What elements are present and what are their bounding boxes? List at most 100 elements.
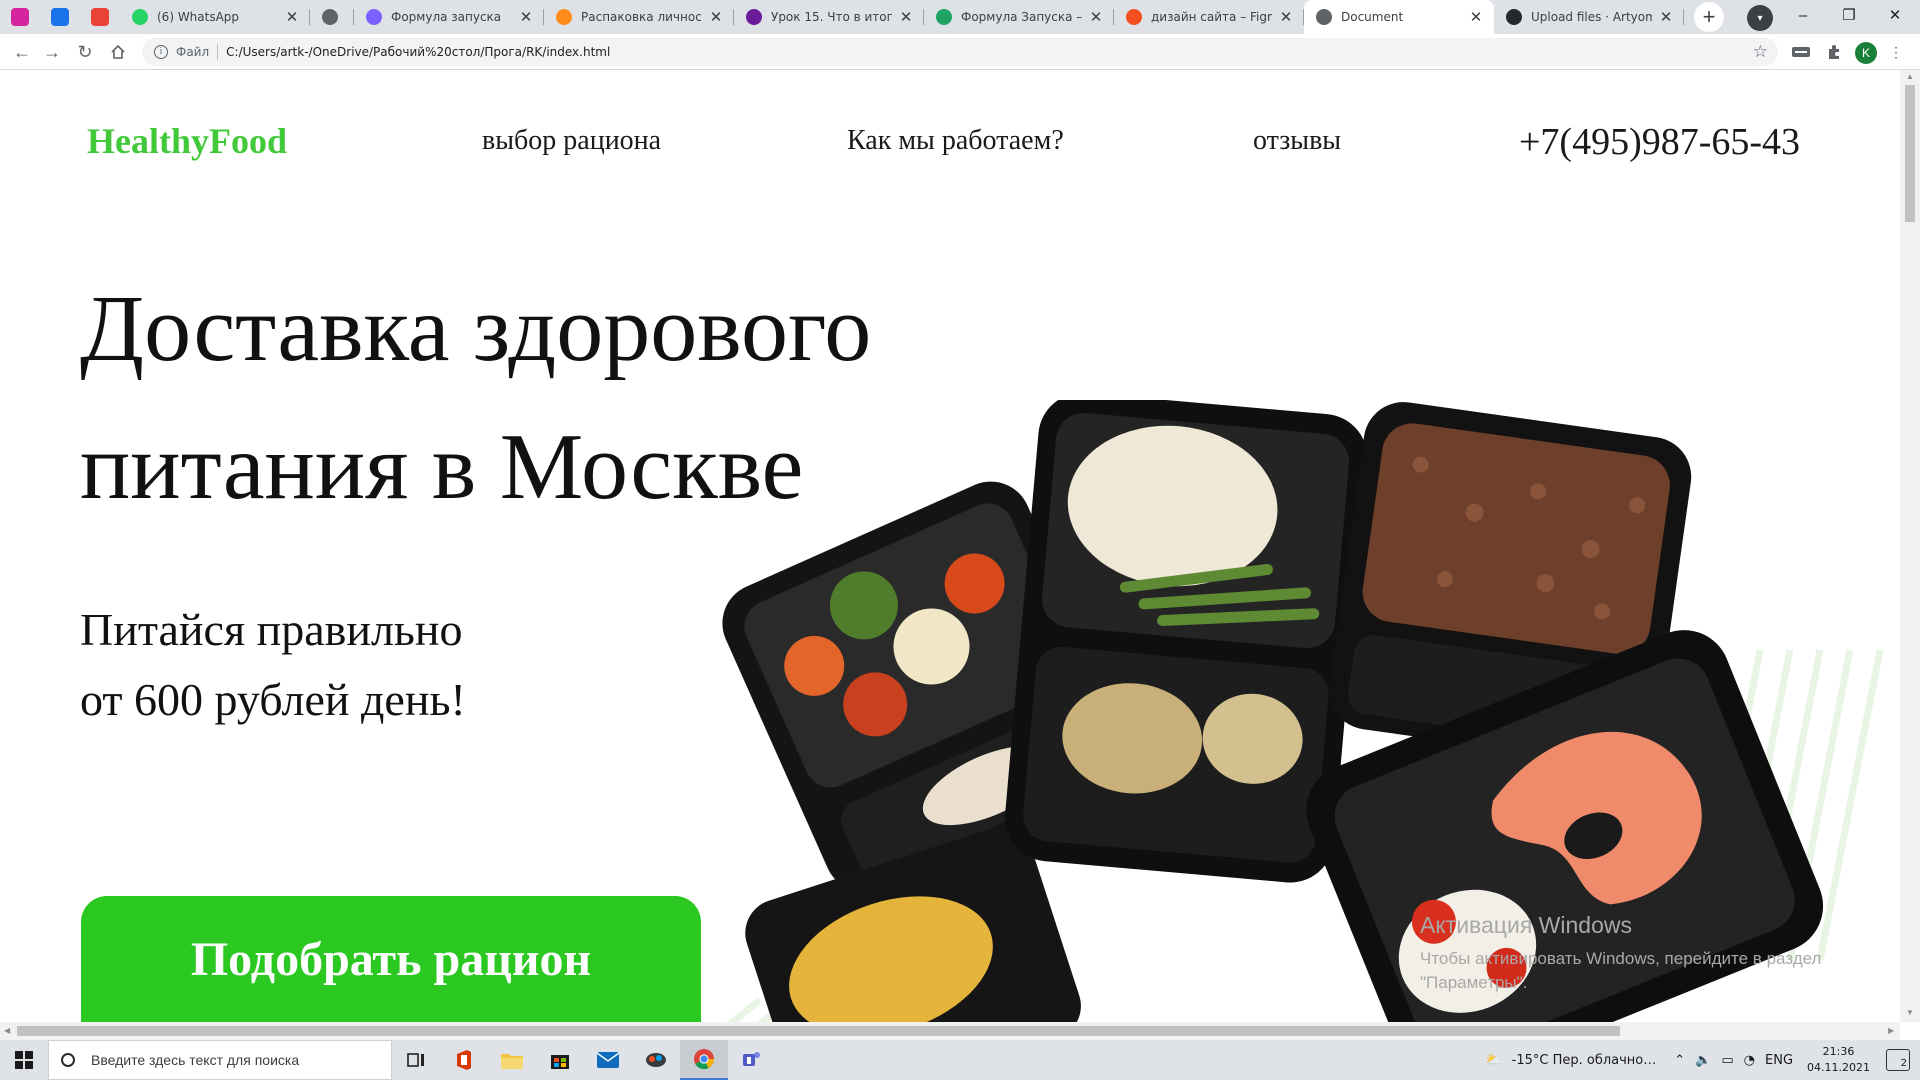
taskbar-app-snip[interactable] xyxy=(632,1040,680,1080)
scroll-left-arrow-icon[interactable]: ◀ xyxy=(4,1026,10,1035)
tab-title: (6) WhatsApp xyxy=(157,10,240,24)
close-tab-icon[interactable]: ✕ xyxy=(898,8,914,26)
notification-center-icon[interactable]: 2 xyxy=(1886,1049,1910,1071)
volume-icon[interactable]: 🔈 xyxy=(1695,1053,1711,1068)
extension-abbyy-icon[interactable] xyxy=(1789,40,1813,64)
arrow-right-icon: → xyxy=(43,41,61,62)
messenger-icon xyxy=(51,8,69,26)
close-tab-icon[interactable]: ✕ xyxy=(1088,8,1104,26)
weather-text[interactable]: -15°C Пер. облачно… xyxy=(1512,1053,1657,1068)
browser-tab-8[interactable]: Upload files · ArtyomKu ✕ xyxy=(1494,0,1684,34)
browser-tab-4[interactable]: Урок 15. Что в итоге с ✕ xyxy=(734,0,924,34)
search-icon xyxy=(61,1053,75,1067)
nav-link-how-we-work[interactable]: Как мы работаем? xyxy=(847,125,1064,157)
browser-tab-1[interactable] xyxy=(310,0,354,34)
browser-tab-6[interactable]: дизайн сайта – Figma ✕ xyxy=(1114,0,1304,34)
browser-tab-strip: (6) WhatsApp ✕ Формула запуска ✕ Распаковка … xyxy=(0,0,1920,34)
choose-ration-button[interactable]: Подобрать рацион xyxy=(81,896,701,1022)
close-tab-icon[interactable]: ✕ xyxy=(1468,8,1484,26)
reload-icon: ↻ xyxy=(77,41,93,62)
horizontal-scroll-thumb[interactable] xyxy=(17,1026,1620,1036)
pinned-tab-2[interactable] xyxy=(80,0,120,34)
reload-button[interactable]: ↻ xyxy=(73,40,97,64)
tab-title: Document xyxy=(1341,10,1404,24)
tab-title: Распаковка личности xyxy=(581,10,702,24)
minimize-button[interactable]: – xyxy=(1780,0,1826,30)
pinned-tab-0[interactable] xyxy=(0,0,40,34)
address-bar[interactable]: i Файл C:/Users/artk-/OneDrive/Рабочий%2… xyxy=(142,38,1778,66)
browser-tab-7[interactable]: Document ✕ xyxy=(1304,0,1494,34)
watermark-text: Чтобы активировать Windows, перейдите в … xyxy=(1420,949,1822,992)
windows-logo-icon xyxy=(15,1051,33,1069)
battery-icon[interactable]: ▭ xyxy=(1721,1053,1733,1068)
new-tab-button[interactable]: + xyxy=(1694,2,1724,32)
browser-tab-5[interactable]: Формула Запуска – Go ✕ xyxy=(924,0,1114,34)
close-window-button[interactable]: ✕ xyxy=(1872,0,1918,30)
back-button[interactable]: ← xyxy=(10,40,34,64)
horizontal-scrollbar[interactable]: ◀ ▶ xyxy=(0,1022,1900,1040)
browser-tab-0[interactable]: (6) WhatsApp ✕ xyxy=(120,0,310,34)
home-icon xyxy=(111,44,125,59)
close-tab-icon[interactable]: ✕ xyxy=(1278,8,1294,26)
language-indicator[interactable]: ENG xyxy=(1765,1053,1793,1068)
vertical-scroll-thumb[interactable] xyxy=(1905,85,1915,222)
task-view-button[interactable] xyxy=(392,1040,440,1080)
close-tab-icon[interactable]: ✕ xyxy=(1658,8,1674,26)
taskbar-clock[interactable]: 21:36 04.11.2021 xyxy=(1807,1044,1870,1076)
info-icon[interactable]: i xyxy=(154,45,168,59)
snip-sketch-icon xyxy=(646,1053,666,1067)
blank-icon xyxy=(322,9,338,25)
github-icon xyxy=(1506,9,1522,25)
taskbar-app-mail[interactable] xyxy=(584,1040,632,1080)
maximize-button[interactable]: ❐ xyxy=(1826,0,1872,30)
profile-avatar[interactable]: K xyxy=(1855,42,1877,64)
scroll-down-arrow-icon[interactable]: ▼ xyxy=(1906,1008,1914,1017)
close-tab-icon[interactable]: ✕ xyxy=(518,8,534,26)
subheading-line-1: Питайся правильно xyxy=(80,604,463,655)
taskbar-app-store[interactable] xyxy=(536,1040,584,1080)
globe-icon xyxy=(1316,9,1332,25)
tab-search-button[interactable]: ▾ xyxy=(1747,5,1773,31)
scroll-up-arrow-icon[interactable]: ▲ xyxy=(1906,72,1914,81)
kebab-menu-icon[interactable]: ⋮ xyxy=(1884,40,1908,64)
taskbar-search-box[interactable]: Введите здесь текст для поиска xyxy=(48,1040,392,1080)
site-logo[interactable]: HealthyFood xyxy=(87,120,287,162)
url-text[interactable]: C:/Users/artk-/OneDrive/Рабочий%20стол/П… xyxy=(226,45,610,59)
folder-icon xyxy=(501,1054,523,1069)
notification-count: 2 xyxy=(1900,1058,1907,1069)
vertical-scrollbar[interactable]: ▲ ▼ xyxy=(1900,70,1920,1022)
scroll-right-arrow-icon[interactable]: ▶ xyxy=(1888,1026,1894,1035)
subheading-line-2: от 600 рублей день! xyxy=(80,674,466,725)
chrome-icon xyxy=(694,1049,715,1070)
instagram-icon xyxy=(11,8,29,26)
pinned-tab-1[interactable] xyxy=(40,0,80,34)
bookmark-star-icon[interactable]: ☆ xyxy=(1753,42,1768,62)
browser-tab-2[interactable]: Формула запуска ✕ xyxy=(354,0,544,34)
phone-number[interactable]: +7(495)987-65-43 xyxy=(1519,120,1800,164)
rocket-icon xyxy=(366,9,382,25)
close-tab-icon[interactable]: ✕ xyxy=(284,8,300,26)
taskbar-search-placeholder: Введите здесь текст для поиска xyxy=(91,1052,300,1068)
taskbar-app-office[interactable] xyxy=(440,1040,488,1080)
home-button[interactable] xyxy=(106,40,130,64)
puzzle-extensions-icon[interactable] xyxy=(1822,40,1846,64)
tab-title: Урок 15. Что в итоге с xyxy=(771,10,892,24)
teams-icon xyxy=(743,1052,760,1066)
browser-tab-3[interactable]: Распаковка личности ✕ xyxy=(544,0,734,34)
nav-link-ration[interactable]: выбор рациона xyxy=(482,125,661,157)
close-tab-icon[interactable]: ✕ xyxy=(708,8,724,26)
wifi-icon[interactable]: ◔ xyxy=(1744,1053,1755,1068)
weather-icon[interactable]: ⛅ xyxy=(1485,1053,1501,1068)
taskbar-app-teams[interactable] xyxy=(728,1040,776,1080)
taskbar-app-chrome[interactable] xyxy=(680,1040,728,1080)
heart-icon xyxy=(556,9,572,25)
taskbar-app-explorer[interactable] xyxy=(488,1040,536,1080)
drive-icon xyxy=(936,9,952,25)
tab-title: Формула запуска xyxy=(391,10,502,24)
protocol-label: Файл xyxy=(176,45,210,59)
tab-title: дизайн сайта – Figma xyxy=(1151,10,1272,24)
forward-button[interactable]: → xyxy=(40,40,64,64)
start-button[interactable] xyxy=(0,1040,48,1080)
chevron-up-icon[interactable]: ⌃ xyxy=(1674,1053,1685,1068)
nav-link-reviews[interactable]: отзывы xyxy=(1253,125,1341,157)
